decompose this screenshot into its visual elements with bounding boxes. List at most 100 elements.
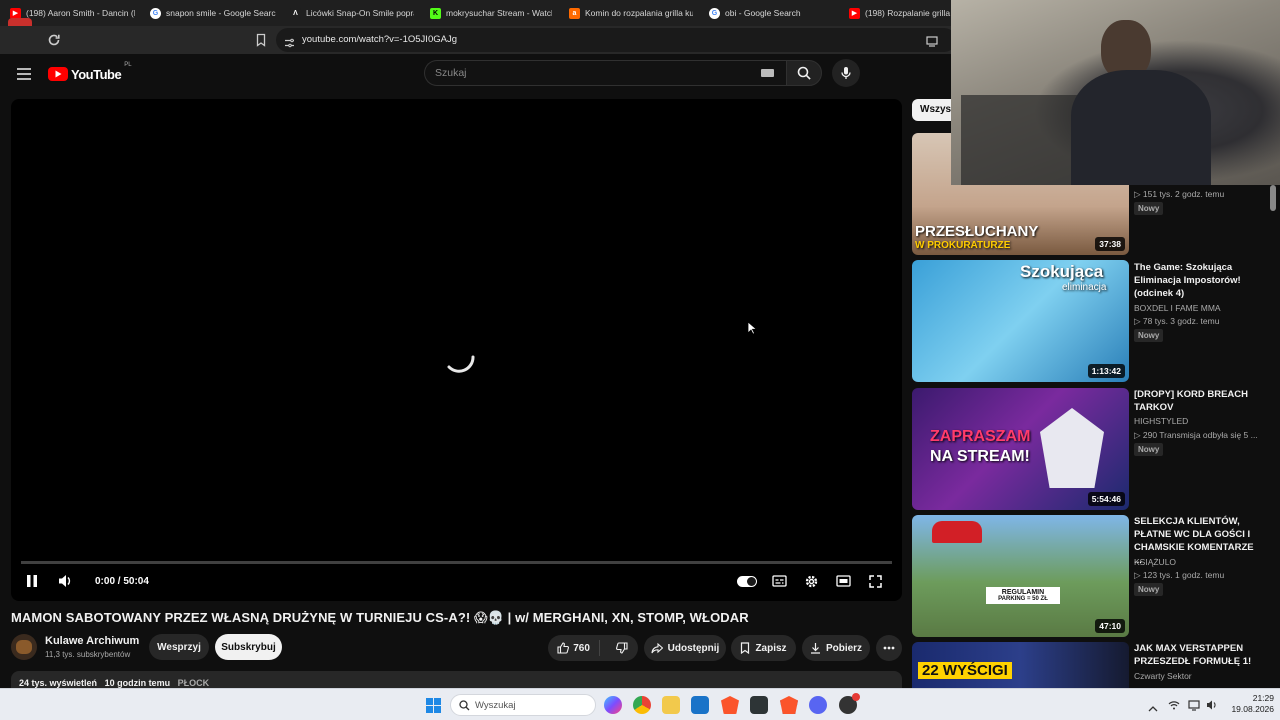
search-input[interactable]: Szukaj <box>424 60 786 86</box>
channel-name[interactable]: BOXDEL I FAME MMA <box>1134 303 1264 313</box>
taskbar-search[interactable]: Wyszukaj <box>450 694 596 716</box>
like-button[interactable]: 760 <box>548 640 601 656</box>
duration-badge: 5:54:46 <box>1087 492 1125 506</box>
dislike-button[interactable] <box>605 642 638 654</box>
browser-tab[interactable]: G obi - Google Search <box>709 4 829 22</box>
speaker-icon[interactable] <box>1206 698 1218 710</box>
browser-tab[interactable]: a Komin do rozpalania grilla kup <box>569 4 693 22</box>
video-title[interactable]: [DROPY] KORD BREACH TARKOV <box>1134 388 1260 414</box>
subtitles-button[interactable] <box>770 571 788 591</box>
channel-name[interactable]: KSIĄŻULO <box>1134 557 1264 567</box>
voice-search-button[interactable] <box>832 59 860 87</box>
autoplay-toggle[interactable] <box>736 571 758 591</box>
pause-icon <box>27 575 37 587</box>
loading-spinner-icon <box>447 353 477 375</box>
browser-tab[interactable]: K mokrysuchar Stream - Watch <box>430 4 552 22</box>
youtube-favicon-icon: ▶ <box>849 7 860 19</box>
chair-shape <box>961 95 1081 185</box>
location-tag[interactable]: PŁOCK <box>178 678 210 688</box>
bookmark-icon[interactable] <box>254 33 268 47</box>
reload-icon[interactable] <box>46 32 62 48</box>
save-icon <box>741 642 750 654</box>
store-icon[interactable] <box>691 696 709 714</box>
windows-taskbar: Wyszukaj 21:29 19.08.2026 <box>0 688 1280 720</box>
more-icon <box>883 646 895 650</box>
share-button[interactable]: Udostępnij <box>644 635 726 661</box>
new-badge: Nowy <box>1134 202 1164 215</box>
video-thumbnail[interactable]: ZAPRASZAM NA STREAM! 5:54:46 <box>912 388 1129 510</box>
channel-name[interactable]: Czwarty Sektor <box>1134 671 1264 681</box>
search-icon <box>797 66 811 80</box>
chevron-up-icon[interactable] <box>1148 700 1158 712</box>
subscribe-button[interactable]: Subskrybuj <box>215 634 282 660</box>
channel-name[interactable]: HIGHSTYLED <box>1134 416 1264 426</box>
browser-tab[interactable]: Λ Licówki Snap-On Smile popra <box>290 4 414 22</box>
channel-avatar[interactable] <box>11 634 37 660</box>
app-icon[interactable] <box>839 693 860 714</box>
wifi-icon[interactable] <box>1168 698 1180 710</box>
duration-badge: 1:13:42 <box>1087 364 1125 378</box>
thumbs-up-icon <box>557 642 570 654</box>
wolf-logo-icon <box>1040 408 1104 488</box>
site-info-icon[interactable] <box>284 35 295 48</box>
video-player[interactable]: 0:00 / 50:04 <box>11 99 902 601</box>
time-display: 0:00 / 50:04 <box>95 575 149 587</box>
mouse-cursor-icon <box>747 321 758 335</box>
scrollbar-thumb[interactable] <box>1270 185 1276 211</box>
browser-tab[interactable]: G snapon smile - Google Search <box>150 4 276 22</box>
copilot-icon[interactable] <box>604 696 622 714</box>
brave-active-icon[interactable] <box>780 696 798 714</box>
thumbs-down-icon <box>615 642 628 654</box>
pause-button[interactable] <box>23 571 41 591</box>
duration-badge: 47:10 <box>1095 619 1125 633</box>
search-button[interactable] <box>786 60 822 86</box>
video-title[interactable]: The Game: Szokująca Eliminacja Impostoró… <box>1134 261 1260 300</box>
download-button[interactable]: Pobierz <box>802 635 870 661</box>
notification-badge <box>852 693 860 701</box>
more-actions-button[interactable] <box>876 635 902 661</box>
progress-bar[interactable] <box>21 561 892 564</box>
theater-mode-button[interactable] <box>834 571 852 591</box>
microphone-icon <box>841 67 851 79</box>
volume-button[interactable] <box>56 571 76 591</box>
channel-name[interactable]: Kulawe Archiwum <box>45 635 139 647</box>
video-thumbnail[interactable]: Szokująca eliminacja 1:13:42 <box>912 260 1129 382</box>
subtitles-icon <box>771 575 787 587</box>
new-badge: Nowy <box>1134 443 1164 456</box>
video-title[interactable]: JAK MAX VERSTAPPEN PRZESZEDŁ FORMUŁĘ 1! <box>1134 642 1260 668</box>
chrome-icon[interactable] <box>633 696 651 714</box>
cast-icon[interactable] <box>926 34 938 47</box>
discord-icon[interactable] <box>809 696 827 714</box>
support-button[interactable]: Wesprzyj <box>149 634 209 660</box>
app-icon[interactable] <box>750 696 768 714</box>
search-icon <box>459 700 470 711</box>
windows-start-icon[interactable] <box>426 698 441 713</box>
display-icon[interactable] <box>1188 698 1200 711</box>
keyboard-icon[interactable] <box>761 69 774 77</box>
google-favicon-icon: G <box>709 7 720 19</box>
video-meta: ▷ 123 tys. 1 godz. temu <box>1134 570 1225 580</box>
brave-icon[interactable] <box>721 696 739 714</box>
system-clock[interactable]: 21:29 19.08.2026 <box>1222 693 1274 715</box>
youtube-logo[interactable]: YouTube PL <box>48 62 132 84</box>
kick-favicon-icon: K <box>430 7 441 19</box>
file-explorer-icon[interactable] <box>662 696 680 714</box>
webcam-overlay <box>951 0 1280 185</box>
settings-button[interactable] <box>802 571 820 591</box>
browser-tab[interactable]: ▶ (198) Rozpalanie grilla za <box>849 4 951 22</box>
fullscreen-button[interactable] <box>866 571 884 591</box>
video-meta: ▷ 290 Transmisja odbyła się 5 ... <box>1134 430 1258 440</box>
youtube-logo-icon <box>48 67 68 81</box>
site-favicon-icon: Λ <box>290 7 301 19</box>
duration-badge: 37:38 <box>1095 237 1125 251</box>
menu-icon[interactable] <box>17 67 31 80</box>
subscriber-count: 11,3 tys. subskrybentów <box>45 650 131 659</box>
upload-age: 10 godzin temu <box>104 678 171 688</box>
address-bar[interactable]: youtube.com/watch?v=-1O5JI0GAJg <box>276 28 956 52</box>
video-thumbnail[interactable]: REGULAMIN PARKING = 50 ZŁ 47:10 <box>912 515 1129 637</box>
video-meta: ▷ 78 tys. 3 godz. temu <box>1134 316 1220 326</box>
save-button[interactable]: Zapisz <box>731 635 796 661</box>
shop-favicon-icon: a <box>569 7 580 19</box>
share-icon <box>651 642 663 653</box>
video-thumbnail[interactable]: 22 WYŚCIGI <box>912 642 1129 688</box>
